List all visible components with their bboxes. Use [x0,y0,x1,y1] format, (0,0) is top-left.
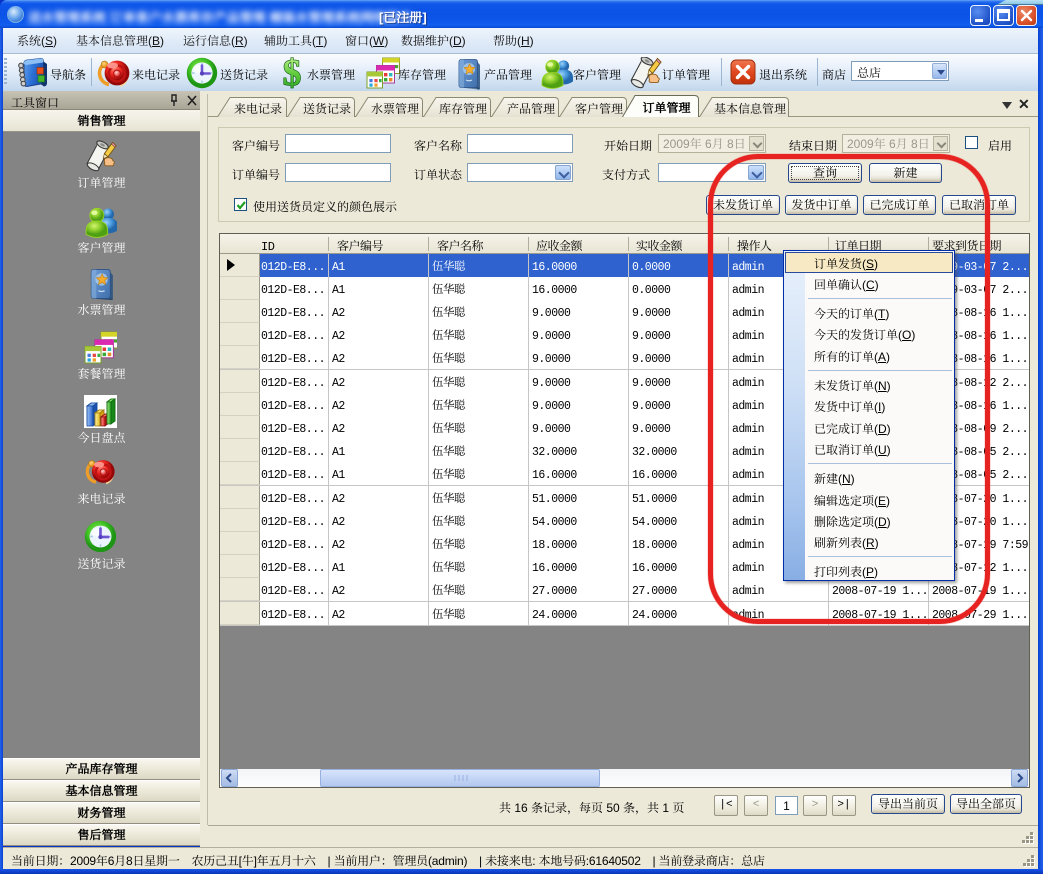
svg-text:$: $ [283,55,302,91]
